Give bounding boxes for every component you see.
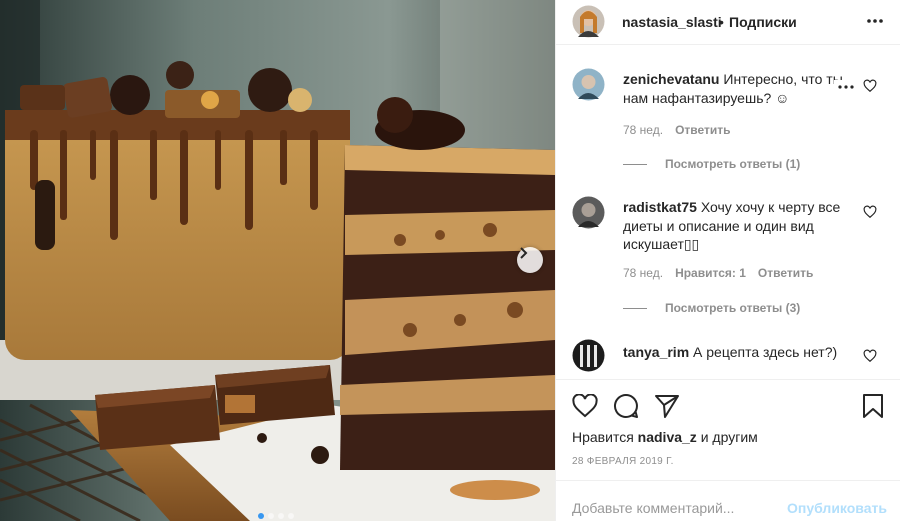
reply-button[interactable]: Ответить bbox=[758, 266, 813, 280]
post-header: nastasia_slasti • Подписки bbox=[556, 0, 900, 45]
comment-username[interactable]: tanya_rim bbox=[623, 344, 689, 360]
likes-suffix: и другим bbox=[700, 429, 758, 445]
carousel-dot bbox=[278, 513, 284, 519]
comment-text: zenichevatanu Интересно, что ты нам нафа… bbox=[623, 70, 859, 107]
view-replies-button[interactable]: Посмотреть ответы (1) bbox=[623, 157, 800, 171]
carousel-dot bbox=[268, 513, 274, 519]
carousel-dot bbox=[258, 513, 264, 519]
comment-input[interactable]: Добавьте комментарий... bbox=[572, 500, 782, 516]
comment-options-button[interactable] bbox=[834, 80, 858, 91]
publish-button[interactable]: Опубликовать bbox=[787, 500, 887, 516]
likes-user[interactable]: nadiva_z bbox=[638, 429, 697, 445]
author-avatar[interactable] bbox=[572, 5, 605, 38]
post-actions: Нравится nadiva_z и другим 28 ФЕВРАЛЯ 20… bbox=[556, 379, 900, 521]
comment-like-icon[interactable] bbox=[863, 349, 877, 363]
comments-list: zenichevatanu Интересно, что ты нам нафа… bbox=[556, 46, 900, 379]
comment-username[interactable]: zenichevatanu bbox=[623, 71, 719, 87]
comment-age: 78 нед. bbox=[623, 123, 664, 137]
likes-summary[interactable]: Нравится nadiva_z и другим bbox=[572, 429, 758, 445]
carousel-next-button[interactable] bbox=[517, 247, 543, 273]
carousel-dot bbox=[288, 513, 294, 519]
carousel-indicator bbox=[258, 513, 294, 519]
post-photo bbox=[0, 0, 555, 521]
comment-like-icon[interactable] bbox=[863, 79, 877, 93]
comment-bubble-icon[interactable] bbox=[613, 393, 639, 419]
view-replies-label: Посмотреть ответы (1) bbox=[665, 157, 801, 171]
following-button[interactable]: Подписки bbox=[729, 14, 797, 30]
add-comment-bar: Добавьте комментарий... Опубликовать bbox=[556, 480, 900, 521]
comment-body: А рецепта здесь нет?) bbox=[693, 344, 838, 360]
replies-divider bbox=[623, 163, 647, 165]
commenter-avatar[interactable] bbox=[572, 68, 605, 101]
comment-likes-count[interactable]: Нравится: 1 bbox=[675, 266, 746, 280]
ellipsis-icon bbox=[867, 19, 883, 23]
comment-text: tanya_rim А рецепта здесь нет?) bbox=[623, 343, 859, 362]
commenter-avatar[interactable] bbox=[572, 339, 605, 372]
chevron-right-icon bbox=[520, 247, 528, 259]
comment-meta: 78 нед. Нравится: 1 Ответить bbox=[623, 266, 813, 280]
comment-like-icon[interactable] bbox=[863, 205, 877, 219]
bookmark-icon[interactable] bbox=[862, 393, 884, 419]
comment-username[interactable]: radistkat75 bbox=[623, 199, 697, 215]
reply-button[interactable]: Ответить bbox=[675, 123, 730, 137]
comment-age: 78 нед. bbox=[623, 266, 664, 280]
comment-meta: 78 нед. Ответить bbox=[623, 123, 731, 137]
commenter-avatar[interactable] bbox=[572, 196, 605, 229]
header-separator: • bbox=[719, 14, 724, 30]
view-replies-label: Посмотреть ответы (3) bbox=[665, 301, 801, 315]
post-side-panel: nastasia_slasti • Подписки zenichevatanu… bbox=[555, 0, 900, 521]
ellipsis-icon bbox=[838, 85, 854, 89]
heart-icon[interactable] bbox=[572, 394, 598, 418]
replies-divider bbox=[623, 307, 647, 309]
author-username[interactable]: nastasia_slasti bbox=[622, 14, 722, 30]
cake-image bbox=[0, 0, 555, 521]
paper-plane-icon[interactable] bbox=[654, 393, 680, 419]
view-replies-button[interactable]: Посмотреть ответы (3) bbox=[623, 301, 800, 315]
post-date: 28 ФЕВРАЛЯ 2019 Г. bbox=[572, 456, 674, 467]
comment-text: radistkat75 Хочу хочу к черту все диеты … bbox=[623, 198, 859, 254]
more-options-button[interactable] bbox=[866, 12, 884, 32]
likes-prefix: Нравится bbox=[572, 429, 634, 445]
